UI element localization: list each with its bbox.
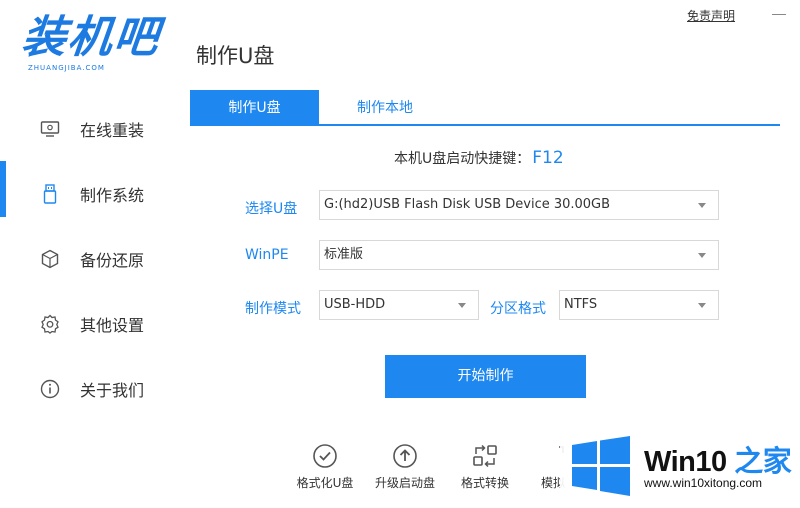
tool-label: 格式化U盘 (296, 476, 354, 490)
tool-upgrade-bootdisk[interactable]: 升级启动盘 (365, 442, 445, 491)
partition-label: 分区格式 (490, 301, 546, 317)
app-logo: 装机吧 ZHUANGJIBA.COM (19, 12, 172, 76)
chevron-down-icon (698, 253, 706, 258)
watermark-title-a: Win10 (644, 446, 727, 478)
sidebar-item-label: 制作系统 (80, 185, 145, 205)
sidebar: 装机吧 ZHUANGJIBA.COM 在线重装 制作系统 备份还原 其他设置 关… (0, 0, 190, 508)
monitor-icon (40, 119, 60, 139)
mode-select-value: USB-HDD (324, 297, 386, 312)
sidebar-item-label: 备份还原 (80, 250, 145, 270)
sidebar-item-online-reinstall[interactable]: 在线重装 (0, 96, 190, 161)
usb-select-value: G:(hd2)USB Flash Disk USB Device 30.00GB (324, 197, 611, 212)
sidebar-item-backup-restore[interactable]: 备份还原 (0, 226, 190, 291)
chevron-down-icon (698, 303, 706, 308)
usb-select-label: 选择U盘 (245, 201, 298, 217)
sidebar-item-label: 在线重装 (80, 120, 145, 140)
mode-select[interactable]: USB-HDD (319, 290, 479, 320)
win10-watermark: Win10 之家 www.win10xitong.com (560, 430, 800, 508)
chevron-down-icon (458, 303, 466, 308)
watermark-title: Win10 之家 (644, 438, 792, 480)
sidebar-nav: 在线重装 制作系统 备份还原 其他设置 关于我们 (0, 96, 190, 421)
partition-select[interactable]: NTFS (559, 290, 719, 320)
tool-format-usb[interactable]: 格式化U盘 (285, 442, 365, 491)
sidebar-item-about-us[interactable]: 关于我们 (0, 356, 190, 421)
gear-icon (40, 314, 60, 334)
shortcut-hint: 本机U盘启动快捷键： F12 (394, 148, 564, 168)
upload-circle-icon (391, 442, 419, 470)
sidebar-item-other-settings[interactable]: 其他设置 (0, 291, 190, 356)
sidebar-item-make-system[interactable]: 制作系统 (0, 161, 190, 226)
windows-logo-icon (570, 436, 632, 496)
check-circle-icon (311, 442, 339, 470)
partition-select-value: NTFS (564, 297, 598, 312)
winpe-select[interactable]: 标准版 (319, 240, 719, 270)
winpe-label: WinPE (245, 247, 289, 263)
sidebar-item-label: 关于我们 (80, 380, 145, 400)
usb-drive-icon (40, 183, 60, 204)
cube-icon (40, 249, 60, 269)
shortcut-key: F12 (532, 148, 564, 168)
shortcut-label: 本机U盘启动快捷键： (394, 151, 531, 167)
winpe-select-value: 标准版 (324, 247, 364, 262)
chevron-down-icon (698, 203, 706, 208)
minimize-button[interactable] (772, 14, 786, 15)
sidebar-item-label: 其他设置 (80, 315, 145, 335)
tab-make-local[interactable]: 制作本地 (320, 90, 450, 124)
disclaimer-link[interactable]: 免责声明 (687, 7, 735, 24)
usb-select[interactable]: G:(hd2)USB Flash Disk USB Device 30.00GB (319, 190, 719, 220)
info-icon (40, 379, 60, 399)
tab-make-usb[interactable]: 制作U盘 (190, 90, 319, 124)
watermark-title-b: 之家 (726, 446, 792, 478)
tab-bar: 制作U盘 制作本地 (190, 90, 780, 126)
page-title: 制作U盘 (196, 44, 275, 68)
tool-label: 升级启动盘 (374, 476, 435, 490)
convert-icon (471, 442, 499, 470)
mode-label: 制作模式 (245, 301, 301, 317)
watermark-url: www.win10xitong.com (644, 476, 763, 490)
logo-text: 装机吧 (19, 12, 163, 63)
start-button[interactable]: 开始制作 (385, 355, 586, 398)
logo-subtitle: ZHUANGJIBA.COM (28, 64, 105, 72)
